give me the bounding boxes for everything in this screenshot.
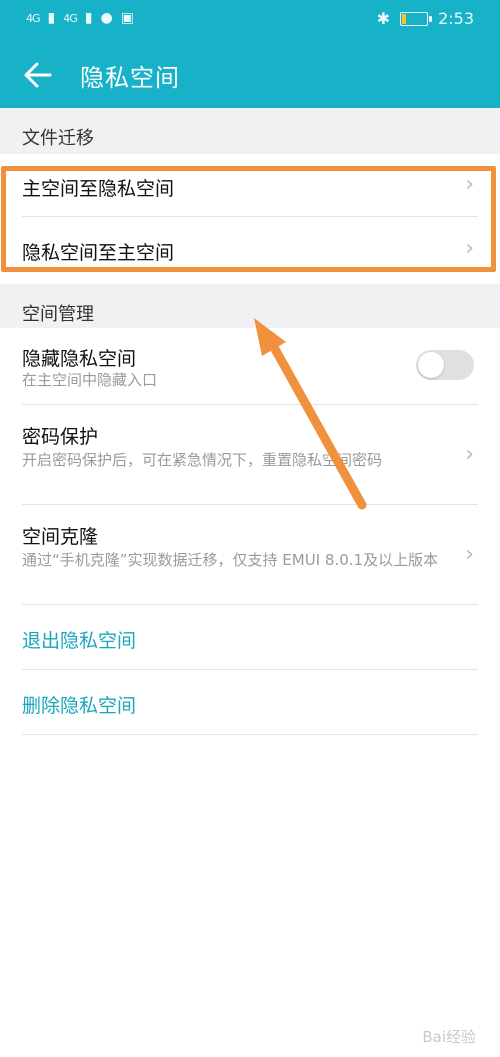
delete-private-space-button[interactable]: 删除隐私空间: [0, 670, 500, 734]
signal-icon: 4G: [63, 11, 77, 25]
section-header-space-management: 空间管理: [0, 284, 500, 328]
hide-space-toggle[interactable]: [416, 350, 474, 380]
lock-icon: ▣: [120, 10, 134, 26]
list-item-subtitle: 开启密码保护后，可在紧急情况下，重置隐私空间密码: [22, 451, 383, 469]
exit-private-space-label: 退出隐私空间: [22, 630, 137, 652]
battery-icon: [400, 11, 433, 26]
battery-warning-icon: ▮: [84, 10, 93, 26]
section-title: 空间管理: [22, 304, 94, 325]
list-item-subtitle: 通过“手机克隆”实现数据迁移，仅支持 EMUI 8.0.1及以上版本: [22, 551, 439, 569]
toggle-knob: [418, 352, 444, 378]
app-header: 4G ▮ 4G ▮ ● ▣ ✱ 2:53 隐私空间: [0, 0, 500, 108]
status-left: 4G ▮ 4G ▮ ● ▣: [26, 10, 134, 26]
message-icon: ●: [100, 10, 113, 26]
section-header-file-migration: 文件迁移: [0, 108, 500, 154]
chevron-right-icon: ›: [465, 442, 474, 467]
chevron-right-icon: ›: [465, 542, 474, 567]
list-item-password-protection[interactable]: 密码保护 开启密码保护后，可在紧急情况下，重置隐私空间密码 ›: [0, 405, 500, 504]
battery-level: [402, 13, 406, 24]
signal-bars-icon: ▮: [47, 10, 56, 26]
annotation-highlight-box: [1, 166, 496, 272]
list-item-title: 空间克隆: [22, 526, 99, 548]
page-title: 隐私空间: [80, 64, 180, 92]
list-item-title: 隐藏隐私空间: [22, 348, 137, 370]
list-item-subtitle: 在主空间中隐藏入口: [22, 371, 158, 389]
section-title: 文件迁移: [22, 128, 94, 149]
clock: 2:53: [438, 9, 474, 28]
bluetooth-icon: ✱: [376, 9, 391, 28]
exit-private-space-button[interactable]: 退出隐私空间: [0, 605, 500, 669]
list-item-hide-private-space[interactable]: 隐藏隐私空间 在主空间中隐藏入口: [0, 328, 500, 404]
arrow-left-icon[interactable]: [22, 58, 54, 92]
list-item-title: 密码保护: [22, 426, 99, 448]
status-right: ✱ 2:53: [377, 9, 474, 28]
watermark: Bai经验: [422, 1028, 476, 1046]
space-management-list: 隐藏隐私空间 在主空间中隐藏入口 密码保护 开启密码保护后，可在紧急情况下，重置…: [0, 328, 500, 1057]
status-bar: 4G ▮ 4G ▮ ● ▣ ✱ 2:53: [0, 0, 500, 40]
signal-icon: 4G: [26, 11, 40, 25]
divider: [22, 734, 478, 735]
list-item-space-clone[interactable]: 空间克隆 通过“手机克隆”实现数据迁移，仅支持 EMUI 8.0.1及以上版本 …: [0, 505, 500, 604]
delete-private-space-label: 删除隐私空间: [22, 695, 137, 717]
